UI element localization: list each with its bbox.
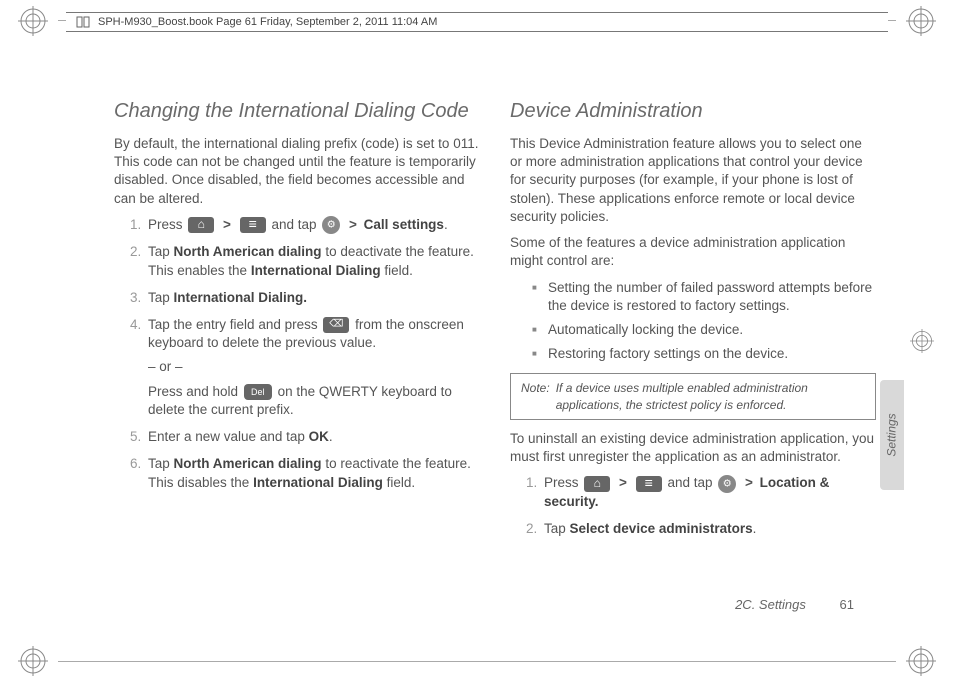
- note-label: Note:: [521, 380, 550, 412]
- step-2: 2. Tap North American dialing to deactiv…: [132, 243, 480, 279]
- backspace-key-icon: [323, 317, 349, 333]
- settings-gear-icon: [322, 216, 340, 234]
- page-number: 61: [840, 597, 854, 612]
- registration-mark-icon: [18, 6, 48, 36]
- step-4: 4. Tap the entry field and press from th…: [132, 316, 480, 419]
- bullet-item: Automatically locking the device.: [538, 321, 876, 339]
- home-key-icon: [188, 217, 214, 233]
- features-list: Setting the number of failed password at…: [510, 279, 876, 364]
- step-1: 1. Press > and tap > Call settings.: [132, 216, 480, 234]
- section-tab-label: Settings: [885, 413, 899, 456]
- device-admin-intro: This Device Administration feature allow…: [510, 135, 876, 226]
- registration-mark-icon: [906, 646, 936, 676]
- device-admin-intro2: Some of the features a device administra…: [510, 234, 876, 270]
- step-3: 3. Tap International Dialing.: [132, 289, 480, 307]
- page-body: Changing the International Dialing Code …: [114, 98, 876, 612]
- bullet-item: Setting the number of failed password at…: [538, 279, 876, 315]
- footer-section: 2C. Settings: [735, 597, 806, 612]
- or-separator: – or –: [148, 358, 480, 376]
- home-key-icon: [584, 476, 610, 492]
- registration-mark-icon: [906, 6, 936, 36]
- right-step-1: 1. Press > and tap > Location & security…: [528, 474, 876, 511]
- header-text: SPH-M930_Boost.book Page 61 Friday, Sept…: [98, 16, 437, 28]
- note-box: Note: If a device uses multiple enabled …: [510, 373, 876, 419]
- section-tab: Settings: [880, 380, 904, 490]
- del-key-icon: [244, 384, 272, 400]
- registration-mark-icon: [910, 329, 934, 353]
- book-icon: [76, 15, 90, 29]
- right-steps-list: 1. Press > and tap > Location & security…: [510, 474, 876, 538]
- section-title-dialing: Changing the International Dialing Code: [114, 98, 480, 125]
- uninstall-paragraph: To uninstall an existing device administ…: [510, 430, 876, 466]
- settings-gear-icon: [718, 475, 736, 493]
- section-title-device-admin: Device Administration: [510, 98, 876, 125]
- intro-paragraph: By default, the international dialing pr…: [114, 135, 480, 208]
- document-header: SPH-M930_Boost.book Page 61 Friday, Sept…: [66, 12, 888, 32]
- menu-key-icon: [636, 476, 662, 492]
- registration-mark-icon: [18, 646, 48, 676]
- step-5: 5. Enter a new value and tap OK.: [132, 428, 480, 446]
- step-6: 6. Tap North American dialing to reactiv…: [132, 455, 480, 491]
- page-footer: 2C. Settings 61: [735, 597, 854, 612]
- bullet-item: Restoring factory settings on the device…: [538, 345, 876, 363]
- note-text: If a device uses multiple enabled admini…: [556, 380, 865, 412]
- menu-key-icon: [240, 217, 266, 233]
- steps-list: 1. Press > and tap > Call settings. 2. T…: [114, 216, 480, 492]
- left-column: Changing the International Dialing Code …: [114, 98, 480, 612]
- right-column: Device Administration This Device Admini…: [510, 98, 876, 612]
- right-step-2: 2. Tap Select device administrators.: [528, 520, 876, 538]
